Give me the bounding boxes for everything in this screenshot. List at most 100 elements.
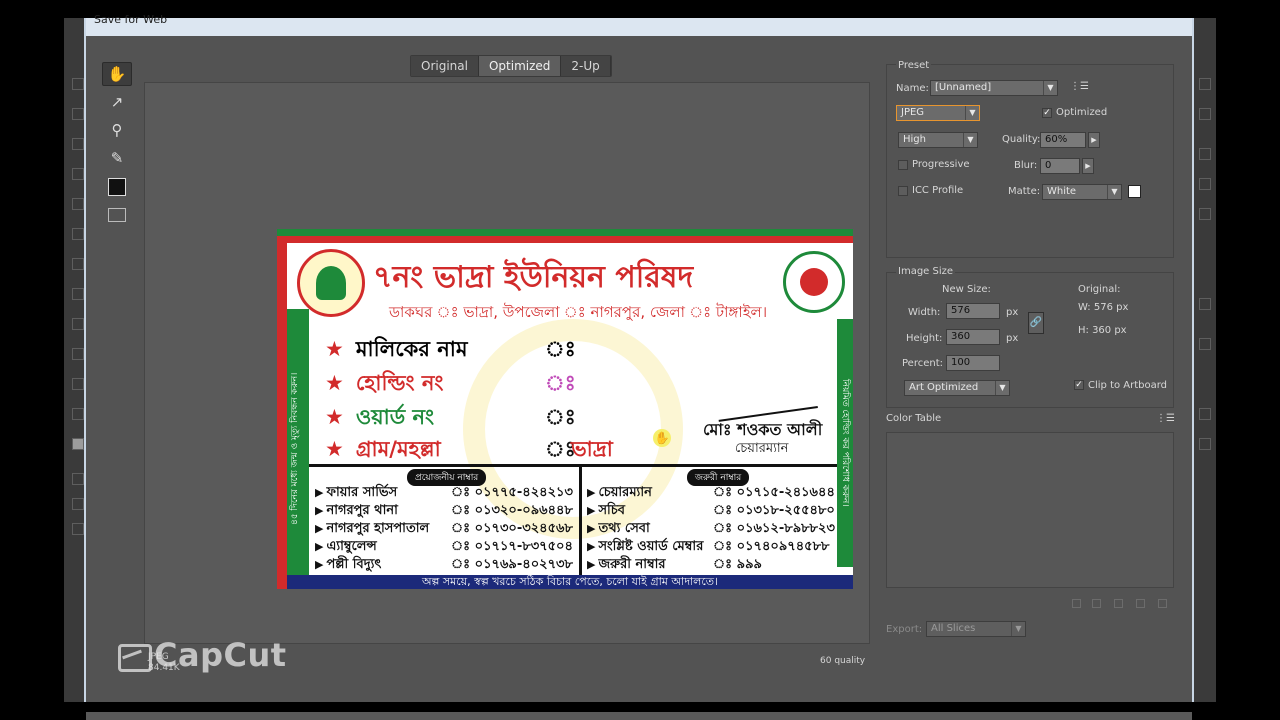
clip-to-artboard-label: Clip to Artboard [1088, 380, 1168, 391]
trash-icon[interactable] [1158, 599, 1167, 608]
ps-panel-icon[interactable] [1199, 408, 1211, 420]
percent-input[interactable]: 100 [946, 355, 1000, 371]
preset-label: Preset [896, 60, 932, 71]
progressive-checkbox[interactable] [898, 160, 908, 170]
image-size-label: Image Size [896, 266, 956, 277]
image-preview[interactable]: ৪৫ দিনের মধ্যে জন্ম ও মৃত্যু নিবন্ধন করু… [277, 229, 853, 589]
ps-tool-icon[interactable] [72, 168, 84, 180]
new-color-icon[interactable] [1136, 599, 1145, 608]
ps-panel-icon[interactable] [1199, 438, 1211, 450]
ps-panel-icon[interactable] [1199, 78, 1211, 90]
ps-tool-icon[interactable] [72, 473, 84, 485]
ps-tool-icon[interactable] [72, 108, 84, 120]
left-table-row: ▶ পল্লী বিদ্যুৎঃ ০১৭৬৯-৪০২৭৩৮ [315, 557, 573, 572]
resample-select[interactable]: Art Optimized ▼ [904, 380, 1010, 396]
preset-name-label: Name: [896, 83, 929, 94]
ps-tool-icon[interactable] [72, 78, 84, 90]
blur-slider-arrow-icon[interactable]: ▶ [1082, 158, 1094, 174]
optimized-label: Optimized [1056, 107, 1108, 118]
web-snap-icon[interactable] [1072, 599, 1081, 608]
percent-label: Percent: [902, 358, 943, 369]
government-seal-logo [783, 251, 845, 313]
clip-to-artboard-checkbox[interactable]: ✓ [1074, 380, 1084, 390]
capcut-watermark: CapCut [116, 636, 287, 674]
tab-optimized[interactable]: Optimized [478, 56, 562, 76]
ps-tool-icon[interactable] [72, 408, 84, 420]
ps-tool-icon[interactable] [72, 228, 84, 240]
ps-tool-icon[interactable] [72, 258, 84, 270]
hand-icon[interactable]: ✋ [102, 62, 132, 86]
eyedropper-color-swatch[interactable] [108, 178, 126, 196]
dialog-footer-strip [86, 712, 1192, 720]
ps-foreground-color[interactable] [72, 438, 84, 450]
ps-tool-icon[interactable] [72, 523, 84, 535]
matte-color-swatch[interactable] [1128, 185, 1141, 198]
field-holding-no: ★ হোল্ডিং নং ঃ [325, 367, 576, 402]
ps-tool-icon[interactable] [72, 288, 84, 300]
triangle-icon: ▶ [587, 522, 596, 535]
chevron-down-icon: ▼ [963, 133, 977, 147]
file-format-select[interactable]: JPEG ▼ [896, 105, 980, 121]
color-table[interactable] [886, 432, 1174, 588]
matte-select[interactable]: White ▼ [1042, 184, 1122, 200]
blur-input[interactable]: 0 [1040, 158, 1080, 174]
field-label: হোল্ডিং নং [355, 371, 444, 395]
card-left-red-band [277, 243, 287, 589]
dialog-titlebar[interactable]: Save for Web [86, 13, 1192, 36]
triangle-icon: ▶ [587, 558, 596, 571]
field-colon: ঃ [545, 405, 576, 429]
preset-name-select[interactable]: [Unnamed] ▼ [930, 80, 1058, 96]
ps-panel-icon[interactable] [1199, 338, 1211, 350]
field-colon: ঃ [545, 337, 576, 361]
quality-slider-arrow-icon[interactable]: ▶ [1088, 132, 1100, 148]
capcut-logo-icon [116, 638, 152, 672]
dialog-tools: ✋ ↗ ⚲ ✎ [102, 62, 136, 222]
slice-select-icon[interactable]: ↗ [102, 90, 132, 114]
new-size-label: New Size: [942, 284, 991, 295]
ps-panel-icon[interactable] [1199, 298, 1211, 310]
width-unit: px [1006, 307, 1019, 318]
ps-tool-icon[interactable] [72, 138, 84, 150]
ps-panel-icon[interactable] [1199, 148, 1211, 160]
compression-select[interactable]: High ▼ [898, 132, 978, 148]
slice-visibility-icon[interactable] [108, 208, 126, 222]
tab-original[interactable]: Original [411, 56, 479, 76]
triangle-icon: ▶ [315, 504, 324, 517]
ps-panel-icon[interactable] [1199, 108, 1211, 120]
height-input[interactable]: 360 [946, 329, 1000, 345]
optimized-checkbox[interactable]: ✓ [1042, 108, 1052, 118]
tab-2up[interactable]: 2-Up [561, 56, 611, 76]
icc-profile-label: ICC Profile [912, 185, 964, 196]
ps-tool-icon[interactable] [72, 318, 84, 330]
zoom-icon[interactable]: ⚲ [102, 118, 132, 142]
export-select[interactable]: All Slices ▼ [926, 621, 1026, 637]
ps-tool-icon[interactable] [72, 198, 84, 210]
view-tabs: Original Optimized 2-Up [410, 55, 612, 77]
original-width: W: 576 px [1078, 302, 1129, 313]
icc-profile-checkbox[interactable] [898, 186, 908, 196]
field-colon: ঃ [545, 371, 576, 395]
panel-menu-icon[interactable]: ⋮☰ [1156, 413, 1175, 424]
lock-icon[interactable] [1114, 599, 1123, 608]
photoshop-panel-right [1194, 18, 1216, 702]
field-label: ওয়ার্ড নং [355, 405, 435, 429]
link-icon[interactable]: 🔗 [1028, 312, 1044, 334]
preview-canvas[interactable]: ৪৫ দিনের মধ্যে জন্ম ও মৃত্যু নিবন্ধন করু… [144, 82, 870, 644]
ps-tool-icon[interactable] [72, 378, 84, 390]
cube-icon[interactable] [1092, 599, 1101, 608]
panel-menu-icon[interactable]: ⋮☰ [1070, 81, 1089, 92]
star-icon: ★ [325, 437, 344, 461]
left-vertical-text: ৪৫ দিনের মধ্যে জন্ম ও মৃত্যু নিবন্ধন করু… [290, 372, 300, 526]
ps-tool-icon[interactable] [72, 498, 84, 510]
original-height: H: 360 px [1078, 325, 1127, 336]
ps-panel-icon[interactable] [1199, 178, 1211, 190]
quality-input[interactable]: 60% [1040, 132, 1086, 148]
star-icon: ★ [325, 371, 344, 395]
triangle-icon: ▶ [587, 540, 596, 553]
eyedropper-icon[interactable]: ✎ [102, 146, 132, 170]
width-input[interactable]: 576 [946, 303, 1000, 319]
ps-tool-icon[interactable] [72, 348, 84, 360]
width-label: Width: [908, 307, 941, 318]
ps-panel-icon[interactable] [1199, 208, 1211, 220]
triangle-icon: ▶ [315, 540, 324, 553]
